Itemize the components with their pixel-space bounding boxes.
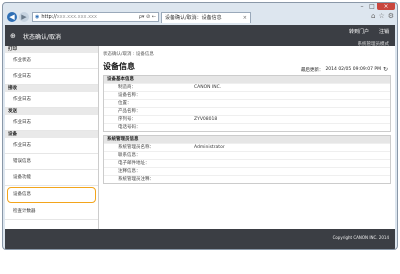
sidebar-item-device-info[interactable]: 设备信息 — [7, 187, 96, 203]
sidebar-group-receive: 接收 — [5, 85, 98, 92]
sidebar: 打印 作业状态 作业日志 接收 作业日志 发送 作业日志 设备 作业日志 错误信… — [5, 46, 99, 229]
info-row: 设备名称： — [104, 91, 390, 99]
browser-toolbar-icons: ⌂ ☆ ⚙ — [371, 12, 394, 20]
maximize-button[interactable]: □ — [367, 3, 377, 10]
header-links: 转到门户 注销 — [349, 28, 389, 35]
info-row: 注释信息： — [104, 167, 390, 175]
row-key: 位置： — [118, 101, 132, 106]
row-key: 产品名称： — [118, 109, 141, 114]
sidebar-item-device-job-log[interactable]: 作业日志 — [5, 138, 98, 154]
row-key: 制造商： — [118, 85, 136, 90]
info-row: 位置： — [104, 99, 390, 107]
basic-info-section: 设备基本信息 制造商： CANON INC. 设备名称： 位置： 产品名称： 序列… — [103, 75, 391, 132]
row-key: 序列号： — [118, 117, 136, 122]
logout-link[interactable]: 注销 — [379, 28, 389, 35]
sidebar-group-device: 设备 — [5, 131, 98, 138]
sidebar-item-print-job-status[interactable]: 作业状态 — [5, 53, 98, 69]
gear-icon[interactable]: ⚙ — [388, 12, 394, 20]
address-tools[interactable]: ρ▾ ⊘ ← — [139, 13, 156, 21]
info-row: 制造商： CANON INC. — [104, 83, 390, 91]
row-key: 电子邮件地址： — [118, 161, 150, 166]
copyright-text: Copyright CANON INC. 2014 — [332, 235, 389, 240]
browser-tab[interactable]: 设备确认/取消：设备信息 × — [161, 12, 251, 23]
back-button[interactable]: ◀ — [7, 12, 17, 22]
header-right: 转到门户 注销 系统管理员模式 — [349, 28, 389, 47]
globe-icon: ◉ — [35, 14, 40, 20]
sidebar-item-print-job-log[interactable]: 作业日志 — [5, 69, 98, 85]
last-updated: 最后更新： 2014 02/05 09:09:07 PM ↻ — [301, 66, 388, 73]
main-panel: 状态确认/取消 : 设备信息 设备信息 最后更新： 2014 02/05 09:… — [103, 46, 391, 229]
app-title: 状态确认/取消 — [23, 34, 62, 41]
sidebar-item-receive-job-log[interactable]: 作业日志 — [5, 92, 98, 108]
app-footer: Copyright CANON INC. 2014 — [5, 229, 395, 249]
window-controls: – □ × — [357, 3, 395, 10]
address-bar-row: ◀ ▶ ◉ http://xxx.xxx.xxx.xxx ρ▾ ⊘ ← 设备确认/… — [3, 11, 397, 24]
section-header: 系统管理员信息 — [104, 136, 390, 143]
row-key: 注释信息： — [118, 169, 141, 174]
last-updated-label: 最后更新： — [300, 67, 324, 73]
row-value: Administrator — [194, 145, 225, 150]
refresh-icon[interactable]: ↻ — [383, 66, 388, 73]
row-value: CANON INC. — [194, 85, 222, 90]
sidebar-item-check-counter[interactable]: 检查计数器 — [5, 204, 98, 220]
tab-close-icon[interactable]: × — [243, 13, 247, 23]
address-field[interactable]: ◉ http://xxx.xxx.xxx.xxx ρ▾ ⊘ ← — [32, 12, 159, 22]
info-row: 电子邮件地址： — [104, 159, 390, 167]
browser-window: – □ × ◀ ▶ ◉ http://xxx.xxx.xxx.xxx ρ▾ ⊘ ←… — [2, 2, 398, 250]
sidebar-item-device-features[interactable]: 设备功能 — [5, 170, 98, 186]
row-key: 联系信息： — [118, 153, 141, 158]
tab-label: 设备确认/取消：设备信息 — [165, 15, 222, 21]
breadcrumb[interactable]: 状态确认/取消 : 设备信息 — [103, 51, 391, 57]
sidebar-item-error-info[interactable]: 错误信息 — [5, 154, 98, 170]
sidebar-group-print: 打印 — [5, 46, 98, 53]
forward-button[interactable]: ▶ — [19, 12, 29, 22]
portal-link[interactable]: 转到门户 — [349, 28, 369, 35]
info-row: 序列号： ZYV08018 — [104, 115, 390, 123]
last-updated-value: 2014 02/05 09:09:07 PM — [325, 67, 381, 72]
url-prefix: http:// — [41, 14, 57, 20]
info-row: 联系信息： — [104, 151, 390, 159]
close-window-button[interactable]: × — [377, 3, 395, 10]
home-icon[interactable]: ⌂ — [371, 12, 375, 20]
info-row: 系统管理员名称： Administrator — [104, 143, 390, 151]
app-header: ⊕ 状态确认/取消 转到门户 注销 系统管理员模式 — [5, 25, 395, 47]
section-header: 设备基本信息 — [104, 76, 390, 83]
row-key: 系统管理员注释： — [118, 177, 154, 182]
row-key: 电话号码： — [118, 125, 141, 130]
row-key: 系统管理员名称： — [118, 145, 154, 150]
info-row: 电话号码： — [104, 123, 390, 131]
info-row: 系统管理员注释： — [104, 175, 390, 183]
sidebar-item-send-job-log[interactable]: 作业日志 — [5, 115, 98, 131]
row-value: ZYV08018 — [194, 117, 218, 122]
sidebar-group-send: 发送 — [5, 108, 98, 115]
minimize-button[interactable]: – — [357, 3, 367, 10]
row-key: 设备名称： — [118, 93, 141, 98]
admin-info-section: 系统管理员信息 系统管理员名称： Administrator 联系信息： 电子邮件… — [103, 135, 391, 184]
page-content: ⊕ 状态确认/取消 转到门户 注销 系统管理员模式 打印 作业状态 作业日志 接… — [5, 25, 395, 249]
app-logo-icon: ⊕ — [10, 32, 16, 40]
url-host: xxx.xxx.xxx.xxx — [56, 14, 97, 20]
info-row: 产品名称： — [104, 107, 390, 115]
star-icon[interactable]: ☆ — [378, 12, 384, 20]
